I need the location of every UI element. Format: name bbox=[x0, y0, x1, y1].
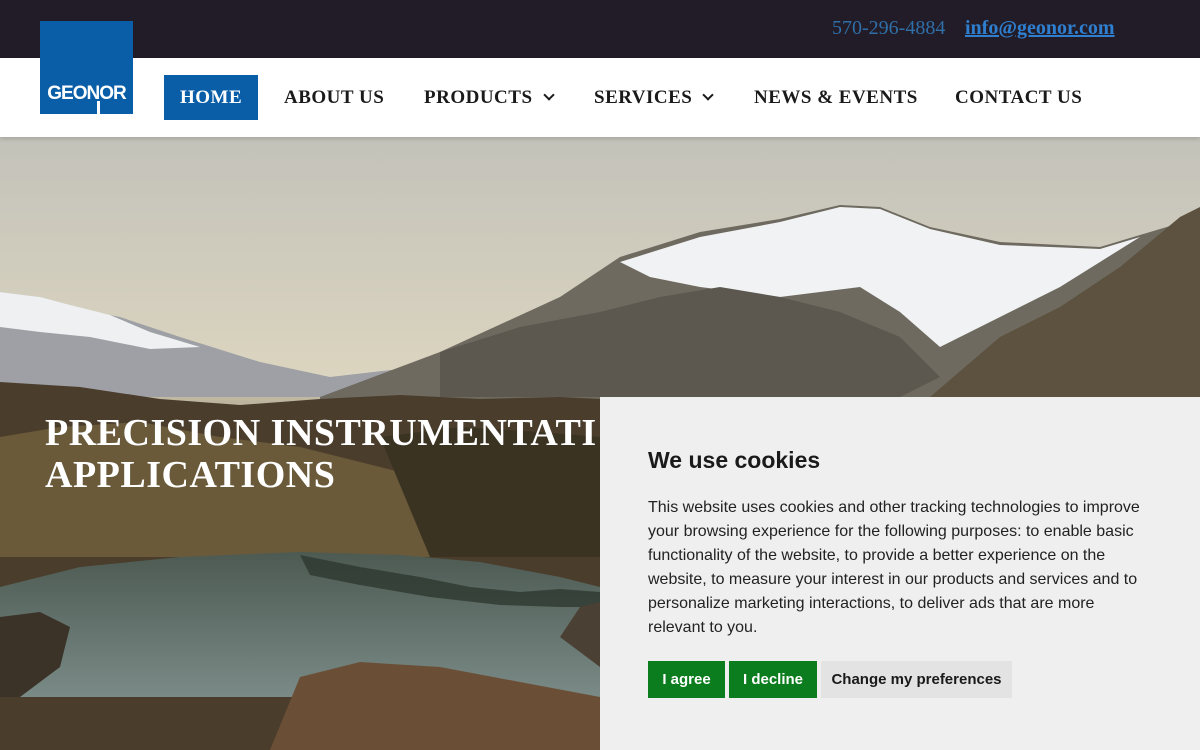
nav-item-services[interactable]: SERVICES bbox=[594, 75, 715, 120]
main-navbar: HOME ABOUT US PRODUCTS SERVICES NEWS & E… bbox=[0, 58, 1200, 137]
geonor-logo[interactable]: GEONOR bbox=[40, 21, 133, 114]
email-link[interactable]: info@geonor.com bbox=[965, 17, 1115, 40]
nav-item-news-events[interactable]: NEWS & EVENTS bbox=[754, 75, 918, 120]
agree-button[interactable]: I agree bbox=[648, 661, 725, 698]
hero-title-line-1: PRECISION INSTRUMENTATI bbox=[45, 412, 597, 454]
phone-number[interactable]: 570-296-4884 bbox=[832, 17, 945, 40]
logo-mark bbox=[97, 101, 100, 114]
hero-title-line-2: APPLICATIONS bbox=[45, 454, 336, 496]
nav-item-products[interactable]: PRODUCTS bbox=[424, 75, 555, 120]
nav-item-about-us[interactable]: ABOUT US bbox=[284, 75, 384, 120]
hero-title: PRECISION INSTRUMENTATI APPLICATIONS bbox=[45, 412, 597, 496]
nav-item-label: PRODUCTS bbox=[424, 87, 533, 108]
chevron-down-icon bbox=[542, 89, 555, 101]
cookie-title: We use cookies bbox=[648, 447, 821, 473]
logo-text: GEONOR bbox=[47, 83, 126, 104]
change-preferences-button[interactable]: Change my preferences bbox=[821, 661, 1012, 698]
cookie-description: This website uses cookies and other trac… bbox=[648, 499, 1140, 636]
nav-item-label: HOME bbox=[180, 87, 243, 108]
nav-item-label: NEWS & EVENTS bbox=[754, 87, 918, 108]
chevron-down-icon bbox=[702, 89, 715, 101]
nav-item-home[interactable]: HOME bbox=[164, 75, 259, 120]
top-contact-bar: 570-296-4884 info@geonor.com bbox=[0, 0, 1200, 58]
nav-item-label: SERVICES bbox=[594, 87, 693, 108]
nav-item-label: CONTACT US bbox=[955, 87, 1083, 108]
nav-item-label: ABOUT US bbox=[284, 87, 385, 108]
nav-item-contact-us[interactable]: CONTACT US bbox=[955, 75, 1082, 120]
cookie-consent-panel: We use cookies This website uses cookies… bbox=[600, 397, 1200, 750]
decline-button[interactable]: I decline bbox=[729, 661, 817, 698]
